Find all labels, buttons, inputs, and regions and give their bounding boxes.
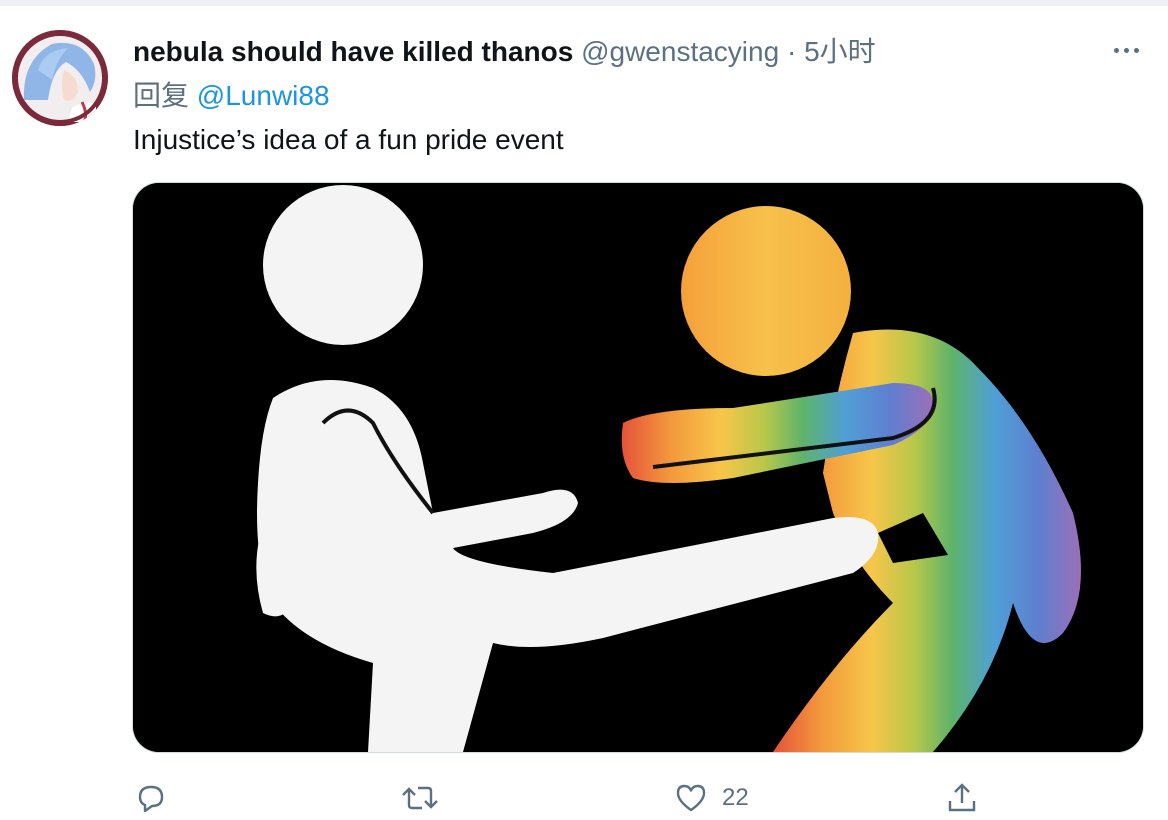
heart-icon (676, 784, 706, 812)
reply-prefix: 回复 (133, 80, 190, 111)
tweet-media-image[interactable] (133, 183, 1143, 752)
tweet-header: nebula should have killed thanos @gwenst… (133, 34, 876, 70)
kick-pictogram-image (133, 183, 1143, 752)
tweet-actions: 22 (0, 770, 1168, 820)
retweet-icon (402, 786, 438, 810)
retweet-button[interactable] (400, 778, 454, 818)
reply-button[interactable] (133, 778, 181, 818)
avatar[interactable] (12, 30, 108, 126)
reply-icon (138, 785, 164, 813)
reply-context: 回复 @Lunwi88 (133, 78, 330, 114)
reply-to-link[interactable]: @Lunwi88 (197, 80, 330, 111)
like-count: 22 (722, 784, 749, 811)
share-icon (948, 783, 976, 812)
display-name[interactable]: nebula should have killed thanos (133, 36, 573, 67)
separator-dot: · (786, 36, 797, 67)
like-button[interactable]: 22 (674, 778, 749, 818)
top-divider (0, 0, 1168, 6)
avatar-image (12, 30, 108, 126)
user-handle[interactable]: @gwenstacying (581, 36, 779, 67)
share-button[interactable] (945, 778, 993, 818)
more-options-icon[interactable] (1112, 40, 1142, 60)
tweet-text: Injustice’s idea of a fun pride event (133, 124, 564, 155)
timestamp[interactable]: 5小时 (804, 36, 876, 67)
